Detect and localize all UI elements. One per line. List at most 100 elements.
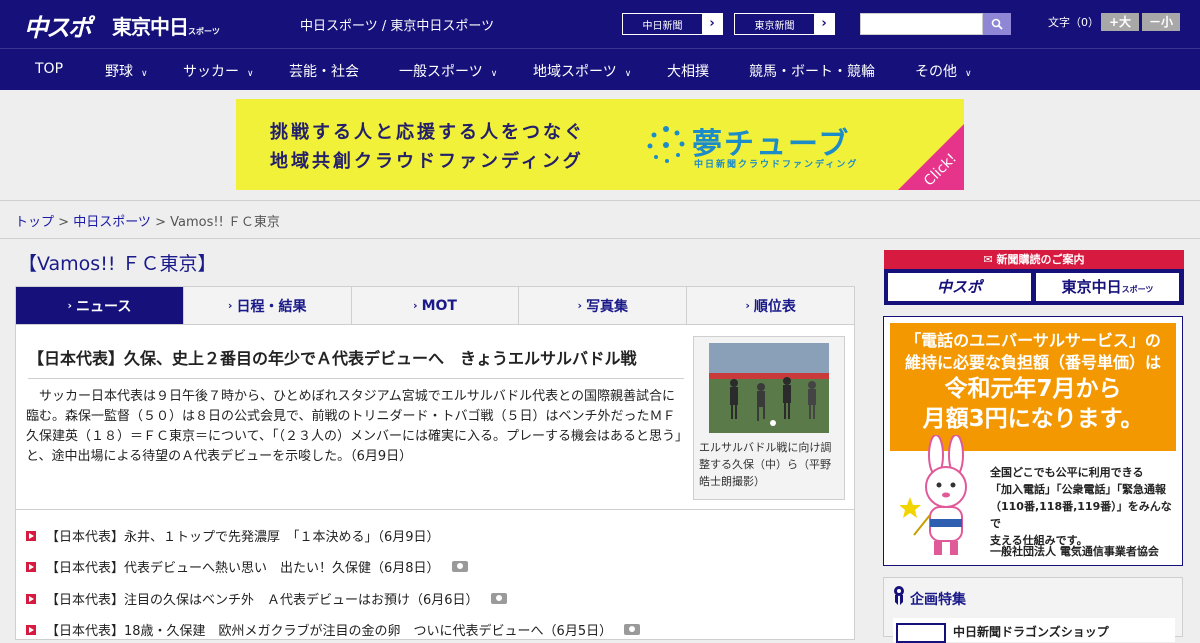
- subscribe-chuspo-button[interactable]: 中スポ: [888, 273, 1031, 301]
- article-body: サッカー日本代表は９日午後７時から、ひとめぼれスタジアム宮城でエルサルバドル代表…: [26, 389, 682, 464]
- gnav-label: 芸能・社会: [289, 64, 359, 80]
- tab-label: ニュース: [76, 298, 132, 315]
- chuspo-logo[interactable]: 中スポ: [24, 8, 92, 43]
- gnav-top[interactable]: TOP: [35, 61, 63, 77]
- photo-caption: エルサルバドル戦に向け調整する久保（中）ら（平野皓士朗撮影）: [699, 441, 832, 488]
- chevron-right-icon: ›: [227, 299, 233, 312]
- ad-organization: 一般社団法人 電気通信事業者協会: [990, 545, 1159, 558]
- related-item[interactable]: 【日本代表】代表デビューへ熱い思い 出たい！久保健（6月8日）: [26, 557, 468, 576]
- crowdfunding-banner[interactable]: 挑戦する人と応援する人をつなぐ 地域共創クラウドファンディング 夢チューブ 中日…: [236, 99, 964, 190]
- gnav-keiba[interactable]: 競馬・ボート・競輪: [749, 61, 875, 81]
- font-size-label: 文字（0）: [1048, 16, 1099, 29]
- subscription-heading: ✉ 新聞購読のご案内: [884, 250, 1184, 269]
- gnav-soccer[interactable]: サッカー ∨: [183, 61, 254, 81]
- subscription-box: ✉ 新聞購読のご案内 中スポ 東京中日スポーツ: [884, 250, 1184, 305]
- feature-item[interactable]: 中日新聞ドラゴンズショップ: [893, 618, 1175, 643]
- gnav-general-sports[interactable]: 一般スポーツ ∨: [399, 61, 497, 81]
- camera-icon: [490, 593, 507, 604]
- tab-label: 日程・結果: [236, 298, 307, 315]
- divider: [0, 238, 1200, 239]
- newspaper-icon: ✉: [983, 253, 997, 266]
- tokyo-link-label: 東京新聞: [754, 20, 795, 32]
- breadcrumb-current: Vamos!! ＦＣ東京: [170, 215, 280, 230]
- chevron-down-icon: ∨: [965, 69, 972, 79]
- gnav-baseball[interactable]: 野球 ∨: [105, 61, 148, 81]
- banner-line2: 地域共創クラウドファンディング: [270, 151, 584, 172]
- related-item-text: 【日本代表】永井、１トップで先発濃厚 「１本決める」（6月9日）: [46, 530, 440, 545]
- article-figure: エルサルバドル戦に向け調整する久保（中）ら（平野皓士朗撮影）: [693, 336, 845, 500]
- tab-label: 順位表: [753, 298, 796, 315]
- ad-line2: 維持に必要な負担額（番号単価）は: [904, 353, 1161, 372]
- tab-photos[interactable]: › 写真集: [518, 287, 686, 324]
- related-item-text: 【日本代表】代表デビューへ熱い思い 出たい！久保健（6月8日）: [46, 561, 440, 576]
- related-articles: 【日本代表】永井、１トップで先発濃厚 「１本決める」（6月9日） 【日本代表】代…: [15, 510, 855, 640]
- gnav-label: 野球: [105, 64, 133, 80]
- chevron-down-icon: ∨: [247, 69, 254, 79]
- chevron-right-icon: ›: [745, 299, 750, 312]
- ad-body: 全国どこでも公平に利用できる 「加入電話」「公衆電話」「緊急通報 （110番,1…: [990, 464, 1182, 549]
- search-button[interactable]: [983, 13, 1011, 35]
- tab-mot[interactable]: › MOT: [350, 287, 519, 324]
- feature-box: 企画特集 中日新聞ドラゴンズショップ: [883, 577, 1183, 643]
- font-bigger-button[interactable]: +大: [1101, 13, 1139, 31]
- breadcrumb-section[interactable]: 中日スポーツ: [73, 215, 151, 230]
- search-icon: [991, 18, 1003, 30]
- dots-logo-icon: [647, 126, 685, 163]
- tokyo-shimbun-link[interactable]: 東京新聞 ›: [734, 13, 835, 35]
- subscription-heading-text: 新聞購読のご案内: [996, 253, 1085, 266]
- universal-service-ad[interactable]: 「電話のユニバーサルサービス」の 維持に必要な負担額（番号単価）は 令和元年7月…: [883, 316, 1183, 566]
- ad-text1: 全国どこでも公平に利用できる: [990, 466, 1144, 479]
- tokyo-logo-text: 東京中日: [112, 15, 189, 39]
- banner-copy: 挑戦する人と応援する人をつなぐ 地域共創クラウドファンディング: [270, 118, 585, 176]
- subscribe-tokyo-small: スポーツ: [1121, 285, 1154, 294]
- divider: [28, 378, 684, 379]
- soccer-photo-image: [709, 343, 829, 433]
- page-title: 【Vamos!! ＦＣ東京】: [18, 253, 217, 275]
- chunichi-shimbun-link[interactable]: 中日新聞 ›: [622, 13, 723, 35]
- ad-headline-block: 「電話のユニバーサルサービス」の 維持に必要な負担額（番号単価）は 令和元年7月…: [890, 323, 1176, 451]
- ad-line1: 「電話のユニバーサルサービス」の: [905, 331, 1161, 350]
- gnav-entertainment[interactable]: 芸能・社会: [289, 61, 359, 81]
- subscribe-tokyo-label: 東京中日: [1061, 278, 1122, 296]
- font-smaller-button[interactable]: －小: [1142, 13, 1180, 31]
- article-photo[interactable]: [709, 343, 829, 433]
- site-header: 中スポ 東京中日スポーツ 中日スポーツ / 東京中日スポーツ 中日新聞 › 東京…: [0, 0, 1200, 48]
- bullet-arrow-icon: [26, 530, 36, 541]
- breadcrumb-sep: >: [54, 215, 74, 230]
- tab-standings[interactable]: › 順位表: [686, 287, 854, 324]
- gnav-label: 競馬・ボート・競輪: [749, 64, 875, 80]
- global-nav: TOP 野球 ∨ サッカー ∨ 芸能・社会 一般スポーツ ∨ 地域スポーツ ∨ 大相撲 …: [0, 48, 1200, 90]
- rabbit-mascot-icon: [900, 435, 967, 555]
- feature-title: 企画特集: [910, 592, 966, 608]
- related-item[interactable]: 【日本代表】永井、１トップで先発濃厚 「１本決める」（6月9日）: [26, 526, 440, 545]
- bullet-arrow-icon: [26, 593, 36, 604]
- breadcrumb-sep: >: [150, 215, 171, 230]
- chevron-right-icon: ›: [814, 14, 834, 34]
- tokyo-chunichi-logo[interactable]: 東京中日スポーツ: [112, 11, 220, 40]
- banner-sub: 中日新聞クラウドファンディング: [694, 160, 859, 170]
- tab-schedule[interactable]: › 日程・結果: [182, 287, 351, 324]
- gnav-label: 一般スポーツ: [399, 64, 483, 80]
- gnav-label: その他: [915, 64, 957, 80]
- gnav-local-sports[interactable]: 地域スポーツ ∨: [533, 61, 631, 81]
- banner-line1: 挑戦する人と応援する人をつなぐ: [270, 122, 585, 143]
- gnav-others[interactable]: その他 ∨: [915, 61, 972, 81]
- gnav-sumo[interactable]: 大相撲: [667, 61, 709, 81]
- ribbon-icon: [894, 586, 904, 605]
- related-item[interactable]: 【日本代表】注目の久保はベンチ外 Ａ代表デビューはお預け（6月6日）: [26, 589, 507, 608]
- tab-label: 写真集: [586, 298, 629, 315]
- chevron-right-icon: ›: [577, 299, 583, 312]
- chevron-right-icon: ›: [67, 299, 73, 312]
- gnav-label: サッカー: [183, 64, 239, 80]
- article-headline: 【日本代表】久保、史上２番目の年少でＡ代表デビューへ きょうエルサルバドル戦: [28, 349, 637, 368]
- search-input[interactable]: [860, 13, 983, 35]
- gnav-label: 大相撲: [667, 64, 709, 80]
- tab-label: MOT: [421, 297, 457, 314]
- divider: [0, 200, 1200, 201]
- article: 【日本代表】久保、史上２番目の年少でＡ代表デビューへ きょうエルサルバドル戦 サ…: [15, 324, 855, 510]
- chevron-down-icon: ∨: [490, 69, 498, 79]
- chevron-right-icon: ›: [702, 14, 722, 34]
- tab-news[interactable]: › ニュース: [16, 287, 183, 324]
- subscribe-tokyo-button[interactable]: 東京中日スポーツ: [1036, 273, 1179, 301]
- breadcrumb-home[interactable]: トップ: [15, 215, 54, 230]
